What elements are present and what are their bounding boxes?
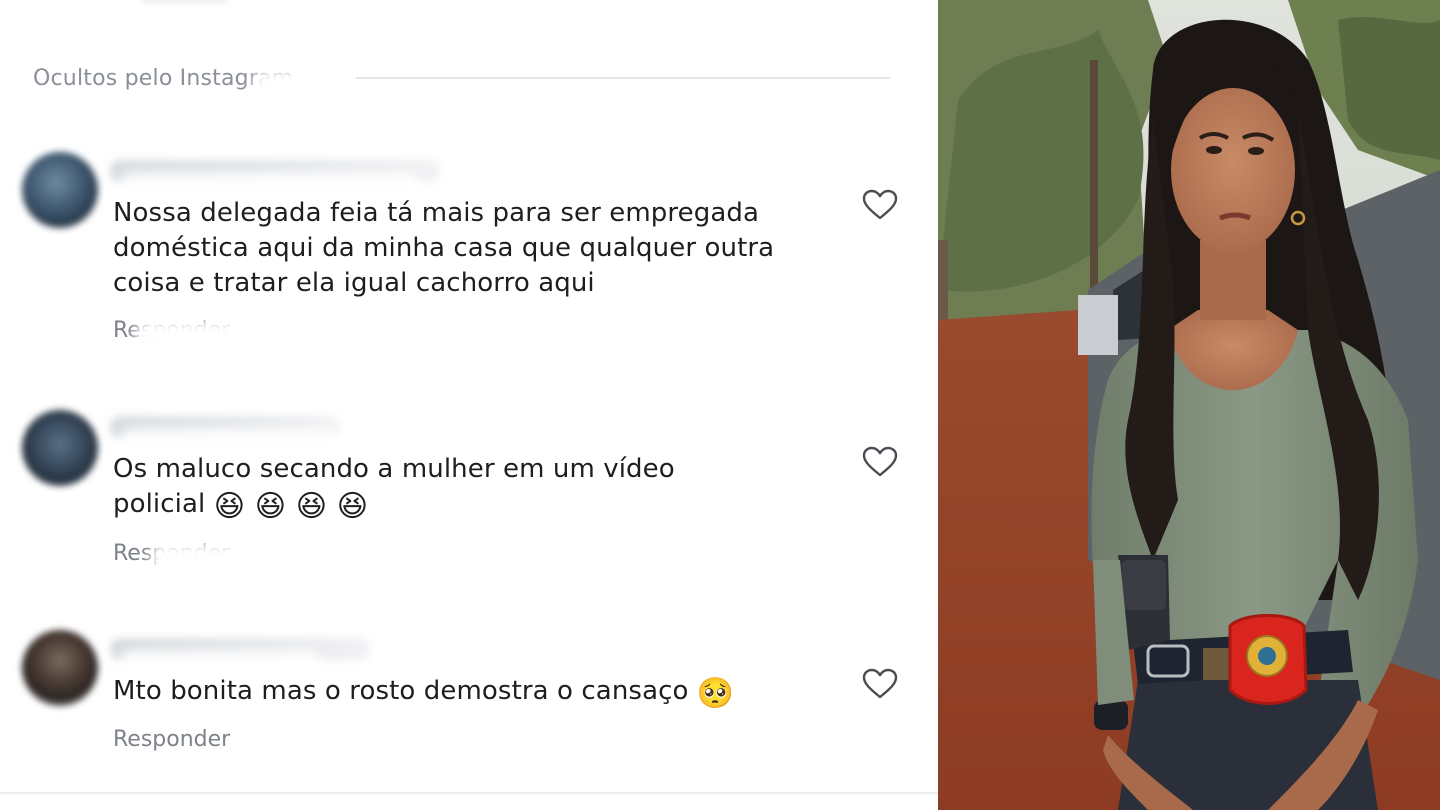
comment-text: Os maluco secando a mulher em um vídeo p… — [113, 452, 733, 522]
comment-body: Mto bonita mas o rosto demostra o cansaç… — [113, 676, 689, 706]
pleading-face-emoji: 🥺 — [696, 676, 735, 711]
like-button[interactable] — [860, 664, 900, 704]
heart-outline-icon — [862, 189, 898, 220]
username-smudge — [120, 650, 320, 676]
header-blur-smudge — [253, 70, 363, 100]
laughing-emoji: 😆 😆 😆 😆 — [213, 489, 369, 524]
cropped-top-text — [140, 0, 230, 4]
header-divider — [356, 77, 890, 79]
like-button[interactable] — [860, 185, 900, 225]
comment-text: Mto bonita mas o rosto demostra o cansaç… — [113, 674, 843, 709]
comments-panel: Ocultos pelo Instagram Nossa delegada fe… — [0, 0, 938, 810]
comment-body: Nossa delegada feia tá mais para ser emp… — [113, 198, 775, 298]
avatar[interactable] — [22, 410, 98, 486]
avatar[interactable] — [22, 152, 98, 228]
username-smudge — [120, 428, 340, 454]
comment-text: Nossa delegada feia tá mais para ser emp… — [113, 196, 843, 301]
heart-outline-icon — [862, 446, 898, 477]
officer-photo — [938, 0, 1440, 810]
hidden-comments-header: Ocultos pelo Instagram — [33, 62, 893, 102]
avatar[interactable] — [22, 630, 98, 706]
username-smudge — [120, 172, 420, 198]
like-button[interactable] — [860, 442, 900, 482]
heart-outline-icon — [862, 668, 898, 699]
reply-button[interactable]: Responder — [113, 727, 230, 752]
photo-illustration — [938, 0, 1440, 810]
reply-blur-smudge — [135, 320, 255, 350]
comment-body: Os maluco secando a mulher em um vídeo p… — [113, 454, 675, 519]
bottom-divider — [0, 792, 938, 794]
reply-blur-smudge — [150, 543, 260, 573]
